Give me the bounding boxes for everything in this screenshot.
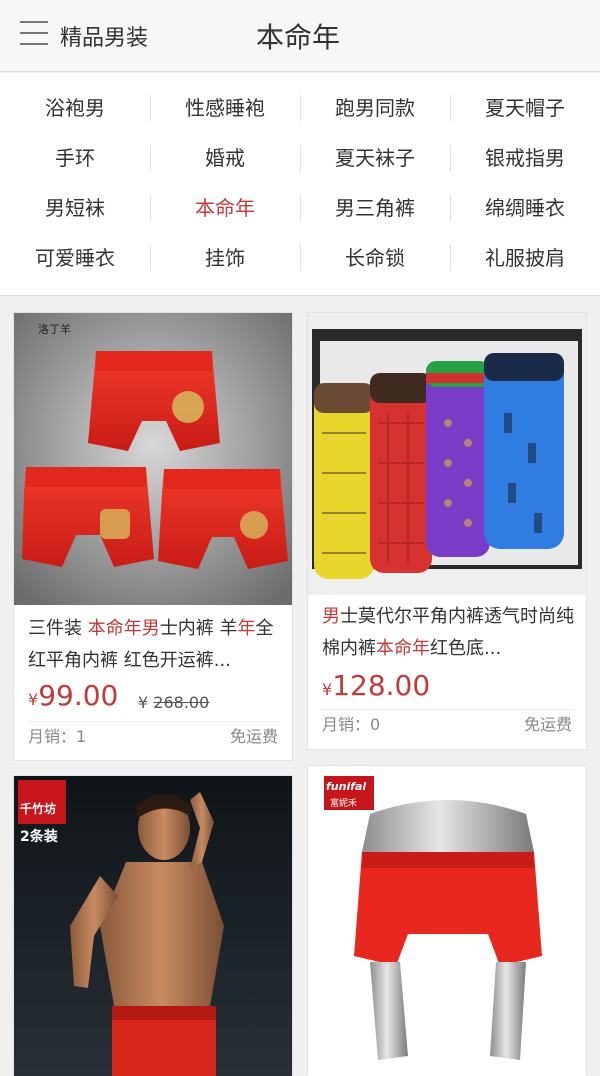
image-pack-tag: 2条装 [20,829,58,845]
category-item[interactable]: 跑男同款 [300,83,450,133]
category-item[interactable]: 夏天帽子 [450,83,600,133]
product-price: ¥128.00 [322,669,431,702]
hamburger-menu-icon[interactable] [20,20,48,46]
male-model-red-underwear-photo: 千竹坊 2条装 [14,776,292,1076]
product-card[interactable]: 男士莫代尔平角内裤透气时尚纯棉内裤本命年红色底... ¥128.00 月销：0 … [307,312,587,750]
category-item[interactable]: 挂饰 [150,233,300,283]
monthly-sales: 月销：0 [322,715,381,734]
category-item[interactable]: 浴袍男 [0,83,150,133]
category-grid: 浴袍男 性感睡袍 跑男同款 夏天帽子 手环 婚戒 夏天袜子 银戒指男 男短袜 本… [0,73,600,296]
red-briefs-on-mannequin-photo: funifal 富妮禾 [308,766,586,1076]
product-title: 三件装 本命年男士内裤 羊年全红平角内裤 红色开运裤... [28,618,274,671]
monthly-sales: 月销：1 [28,727,87,746]
category-item[interactable]: 男三角裤 [300,183,450,233]
product-card[interactable]: funifal 富妮禾 [307,765,587,1076]
category-item[interactable]: 男短袜 [0,183,150,233]
patterned-boxer-briefs-gift-box-photo [308,313,586,595]
original-price: ¥ 268.00 [138,693,210,712]
category-row: 男短袜 本命年 男三角裤 绵绸睡衣 [0,183,600,233]
image-brand-logo: 洛丁羊 [38,323,71,336]
category-item[interactable]: 可爱睡衣 [0,233,150,283]
category-item-active[interactable]: 本命年 [150,183,300,233]
category-item[interactable]: 手环 [0,133,150,183]
image-brand-logo-sub: 富妮禾 [330,799,358,809]
category-item[interactable]: 性感睡袍 [150,83,300,133]
category-item[interactable]: 长命锁 [300,233,450,283]
category-item[interactable]: 婚戒 [150,133,300,183]
category-item[interactable]: 银戒指男 [450,133,600,183]
category-row: 手环 婚戒 夏天袜子 银戒指男 [0,133,600,183]
category-row: 可爱睡衣 挂饰 长命锁 礼服披肩 [0,233,600,283]
product-card[interactable]: 洛丁羊 三件装 本命年男士内裤 羊年全红平角内裤 红色开运裤... ¥99.00… [13,312,293,761]
image-brand-logo: 千竹坊 [20,802,57,816]
free-shipping-label: 免运费 [229,727,278,746]
category-item[interactable]: 夏天袜子 [300,133,450,183]
top-bar: 精品男装 本命年 [0,0,600,72]
free-shipping-label: 免运费 [523,715,572,734]
product-price: ¥99.00 [28,679,119,712]
image-brand-logo: funifal [326,780,367,793]
divider [28,721,280,722]
red-boxer-briefs-3-pack-photo: 洛丁羊 [14,313,292,605]
category-item[interactable]: 礼服披肩 [450,233,600,283]
category-row: 浴袍男 性感睡袍 跑男同款 夏天帽子 [0,83,600,133]
brand-title[interactable]: 精品男装 [60,20,148,52]
product-card[interactable]: 千竹坊 2条装 [13,775,293,1076]
category-item[interactable]: 绵绸睡衣 [450,183,600,233]
page-title: 本命年 [256,21,341,54]
product-title: 男士莫代尔平角内裤透气时尚纯棉内裤本命年红色底... [322,606,574,659]
divider [322,709,574,710]
